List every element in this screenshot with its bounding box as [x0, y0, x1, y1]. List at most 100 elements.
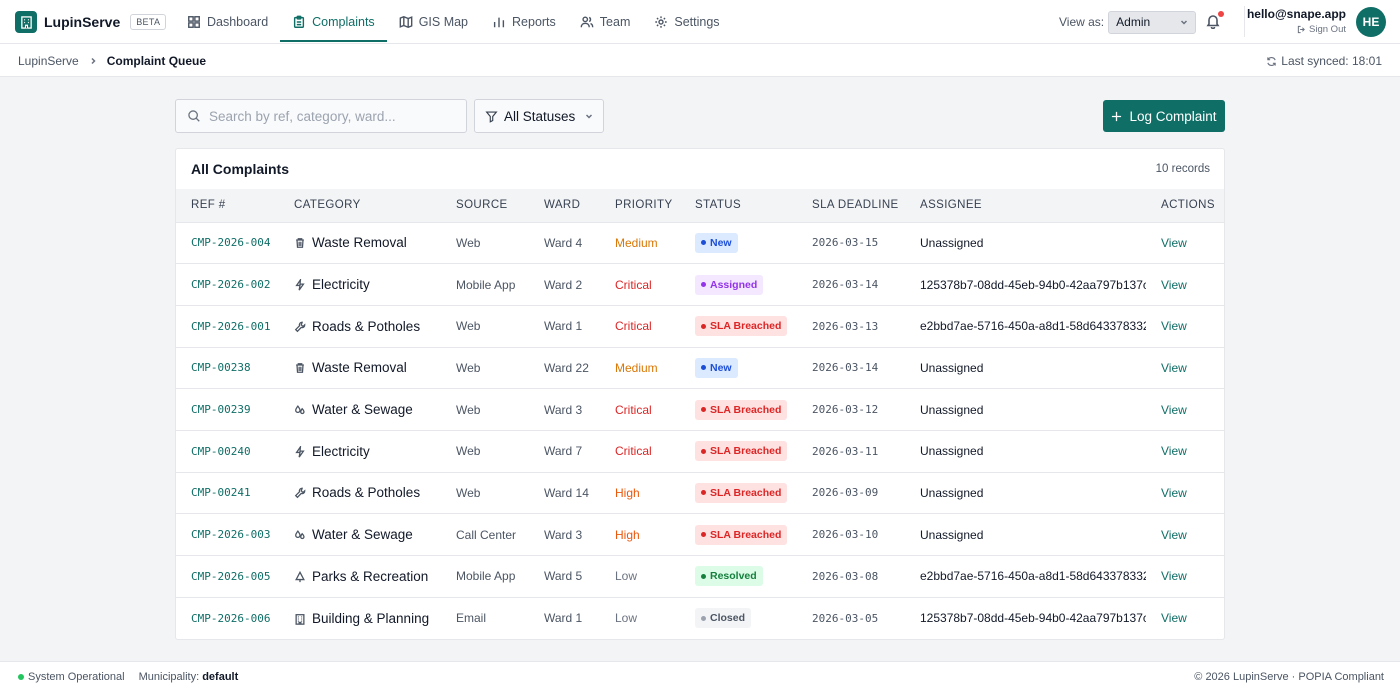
trash-icon: [296, 363, 304, 374]
breadcrumb-current: Complaint Queue: [106, 54, 207, 68]
assignee-cell: Unassigned: [905, 346, 1146, 389]
table-row[interactable]: CMP-00239 Water & Sewage Web Ward 3 Critical…: [176, 388, 1224, 431]
status-cell: SLA Breached: [680, 304, 797, 348]
table-row[interactable]: CMP-2026-001 Roads & Potholes Web Ward 1 Cri…: [176, 304, 1224, 348]
ref-cell[interactable]: CMP-00241: [176, 471, 279, 514]
nav-complaints[interactable]: Complaints: [280, 0, 387, 44]
view-link[interactable]: View: [1146, 263, 1224, 306]
column-header: REF #: [191, 199, 226, 212]
plus-icon: [1112, 111, 1122, 121]
table-row[interactable]: CMP-2026-006 Building & Planning Email Ward…: [176, 596, 1224, 639]
status-dot: [18, 674, 24, 680]
view-link[interactable]: View: [1146, 471, 1224, 514]
status-badge: SLA Breached: [695, 399, 788, 420]
nav-team[interactable]: Team: [568, 0, 643, 44]
category-label: Water & Sewage: [312, 402, 413, 418]
log-complaint-button[interactable]: Log Complaint: [1103, 100, 1225, 132]
source-cell: Web: [441, 429, 529, 473]
view-link[interactable]: View: [1146, 304, 1224, 348]
category-cell: Electricity: [279, 429, 441, 473]
map-icon: [399, 15, 413, 29]
notifications-button[interactable]: [1205, 11, 1224, 30]
table-row[interactable]: CMP-00240 Electricity Web Ward 7 Critical SLA…: [176, 429, 1224, 473]
assignee-cell: Unassigned: [905, 471, 1146, 514]
table-row[interactable]: CMP-00241 Roads & Potholes Web Ward 14 High S…: [176, 471, 1224, 514]
chevron-down-icon: [1181, 20, 1188, 25]
ward-cell: Ward 1: [529, 304, 600, 348]
sla-deadline-cell: 2026-03-08: [797, 555, 905, 598]
table-row[interactable]: CMP-00238 Waste Removal Web Ward 22 Medium Ne…: [176, 346, 1224, 389]
view-as-select[interactable]: Admin: [1108, 10, 1197, 34]
category-cell: Waste Removal: [279, 221, 441, 264]
status-cell: SLA Breached: [680, 388, 797, 431]
ref-cell[interactable]: CMP-2026-004: [176, 221, 279, 264]
nav-settings[interactable]: Settings: [642, 0, 731, 44]
priority-cell: Critical: [600, 388, 680, 431]
view-link[interactable]: View: [1146, 221, 1224, 264]
view-as: View as: Admin: [1059, 10, 1197, 34]
ref-cell[interactable]: CMP-00239: [176, 388, 279, 431]
ward-cell: Ward 4: [529, 221, 600, 264]
view-link[interactable]: View: [1146, 346, 1224, 389]
gear-icon: [655, 16, 668, 28]
ref-cell[interactable]: CMP-2026-005: [176, 555, 279, 598]
view-link[interactable]: View: [1146, 555, 1224, 598]
ref-cell[interactable]: CMP-00238: [176, 346, 279, 389]
ward-cell: Ward 2: [529, 263, 600, 306]
category-label: Roads & Potholes: [312, 485, 421, 501]
view-link[interactable]: View: [1146, 429, 1224, 473]
sla-deadline-cell: 2026-03-10: [797, 513, 905, 556]
ref-cell[interactable]: CMP-00240: [176, 429, 279, 473]
table-row[interactable]: CMP-2026-004 Waste Removal Web Ward 4 Medium…: [176, 221, 1224, 264]
category-cell: Building & Planning: [279, 596, 441, 639]
priority-cell: High: [600, 513, 680, 556]
nav-gis-map[interactable]: GIS Map: [387, 0, 480, 44]
sign-out-link[interactable]: Sign Out: [1247, 24, 1346, 35]
column-header: ASSIGNEE: [920, 199, 982, 212]
priority-cell: High: [600, 471, 680, 514]
refresh-icon: [1267, 56, 1276, 66]
status-filter-select[interactable]: All Statuses: [474, 99, 604, 133]
view-as-label: View as:: [1059, 15, 1105, 29]
table-row[interactable]: CMP-2026-005 Parks & Recreation Mobile App…: [176, 555, 1224, 598]
search-input[interactable]: [209, 108, 459, 124]
municipality: Municipality: default: [139, 671, 239, 683]
nav-dashboard[interactable]: Dashboard: [175, 0, 280, 44]
municipality-label: Municipality:: [138, 671, 200, 683]
category-cell: Water & Sewage: [279, 513, 441, 556]
status-badge: Closed: [695, 608, 752, 629]
assignee-cell: 125378b7-08dd-45eb-94b0-42aa797b137c: [905, 596, 1146, 639]
ref-cell[interactable]: CMP-2026-002: [176, 263, 279, 306]
main-nav: Dashboard Complaints GIS Map Reports Tea…: [175, 0, 732, 44]
status-cell: Resolved: [680, 555, 797, 598]
breadcrumb-root[interactable]: LupinServe: [18, 54, 79, 68]
status-badge: New: [695, 232, 738, 253]
assignee-cell: Unassigned: [905, 513, 1146, 556]
ref-cell[interactable]: CMP-2026-001: [176, 304, 279, 348]
footer-status: System Operational Municipality: default: [18, 671, 238, 683]
trash-icon: [296, 238, 304, 249]
view-link[interactable]: View: [1146, 513, 1224, 556]
ref-cell[interactable]: CMP-2026-003: [176, 513, 279, 556]
top-navbar: LupinServe BETA Dashboard Complaints GIS…: [0, 0, 1400, 44]
ward-cell: Ward 3: [529, 513, 600, 556]
search-icon: [188, 110, 200, 122]
column-header: STATUS: [695, 199, 742, 212]
complaints-table: REF # CATEGORY SOURCE WARD PRIORITY STATUS SLA…: [176, 189, 1224, 639]
source-cell: Call Center: [441, 513, 529, 556]
brand[interactable]: LupinServe BETA: [15, 10, 167, 34]
bolt-icon: [295, 279, 305, 291]
view-link[interactable]: View: [1146, 388, 1224, 431]
nav-reports[interactable]: Reports: [480, 0, 568, 44]
view-link[interactable]: View: [1146, 596, 1224, 639]
nav-label: Dashboard: [207, 15, 269, 29]
table-row[interactable]: CMP-2026-002 Electricity Mobile App Ward 2C…: [176, 263, 1224, 306]
ref-cell[interactable]: CMP-2026-006: [176, 596, 279, 639]
source-cell: Mobile App: [441, 555, 529, 598]
tree-icon: [295, 570, 305, 582]
assignee-cell: e2bbd7ae-5716-450a-a8d1-58d643378332: [905, 304, 1146, 348]
table-row[interactable]: CMP-2026-003 Water & Sewage Call Center War…: [176, 513, 1224, 556]
notification-dot: [1218, 11, 1224, 17]
avatar[interactable]: HE: [1356, 7, 1386, 37]
category-cell: Roads & Potholes: [279, 304, 441, 348]
